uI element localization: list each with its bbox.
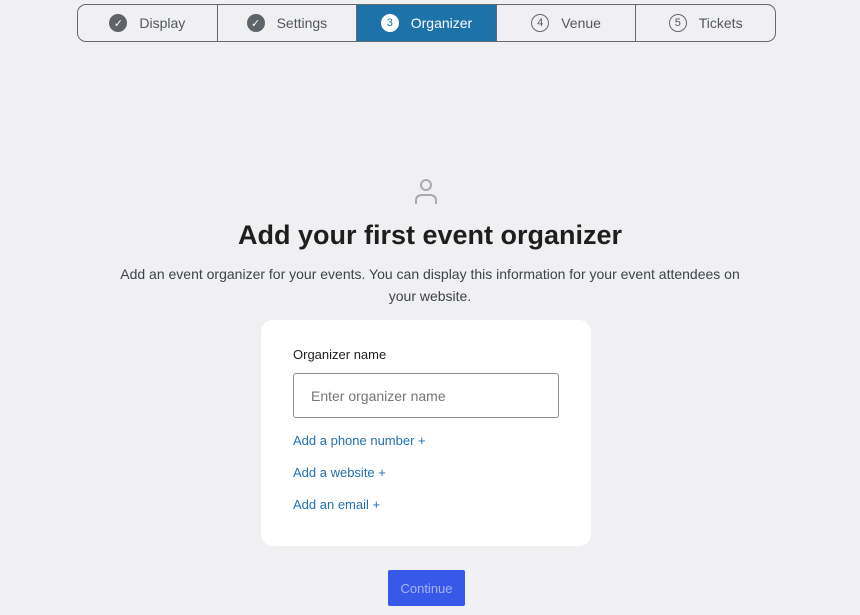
step-label: Display — [139, 15, 186, 31]
step-number: 3 — [380, 14, 399, 32]
add-email-link[interactable]: Add an email + — [293, 497, 380, 512]
page-description: Add an event organizer for your events. … — [120, 266, 740, 304]
add-website-link[interactable]: Add a website + — [293, 465, 386, 480]
organizer-form-card: Organizer name Add a phone number + Add … — [261, 320, 591, 546]
continue-button[interactable]: Continue — [388, 570, 465, 606]
step-label: Settings — [276, 15, 328, 31]
organizer-name-input[interactable] — [293, 373, 559, 418]
step-label: Tickets — [698, 15, 743, 31]
add-phone-link[interactable]: Add a phone number + — [293, 433, 426, 448]
step-number: 5 — [668, 14, 687, 32]
person-icon — [415, 179, 437, 204]
step-label: Organizer — [410, 15, 473, 31]
setup-stepper: ✓ Display ✓ Settings 3 Organizer 4 Venue… — [77, 4, 776, 42]
step-tickets[interactable]: 5 Tickets — [636, 5, 775, 41]
checkmark-icon: ✓ — [246, 14, 265, 32]
step-label: Venue — [561, 15, 601, 31]
step-venue[interactable]: 4 Venue — [497, 5, 637, 41]
checkmark-icon: ✓ — [109, 14, 128, 32]
step-number: 4 — [531, 14, 550, 32]
step-display[interactable]: ✓ Display — [78, 5, 218, 41]
organizer-name-label: Organizer name — [293, 347, 387, 362]
step-organizer[interactable]: 3 Organizer — [357, 5, 497, 41]
page-title: Add your first event organizer — [237, 220, 623, 250]
step-settings[interactable]: ✓ Settings — [218, 5, 358, 41]
